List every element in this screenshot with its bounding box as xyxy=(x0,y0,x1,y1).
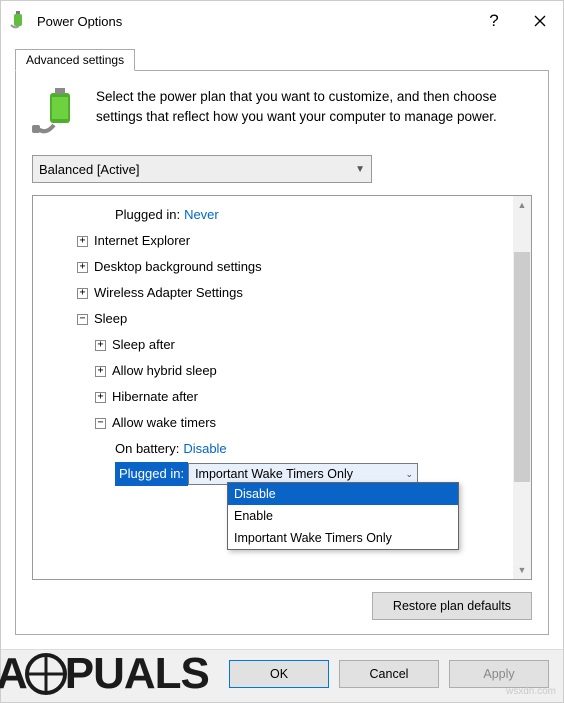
restore-row: Restore plan defaults xyxy=(32,592,532,620)
option-important-wake-timers[interactable]: Important Wake Timers Only xyxy=(228,527,458,549)
titlebar: Power Options ? xyxy=(1,1,563,41)
plugged-in-dropdown[interactable]: Disable Enable Important Wake Timers Onl… xyxy=(227,482,459,550)
tree-row-plugged-in-top[interactable]: Plugged in: Never xyxy=(37,202,513,228)
collapse-minus-icon[interactable]: − xyxy=(95,418,106,429)
tree-row-desktop-background[interactable]: + Desktop background settings xyxy=(37,254,513,280)
value-never[interactable]: Never xyxy=(184,202,219,228)
apply-button[interactable]: Apply xyxy=(449,660,549,688)
intro-row: Select the power plan that you want to c… xyxy=(32,87,532,137)
help-button[interactable]: ? xyxy=(471,1,517,41)
expand-plus-icon[interactable]: + xyxy=(95,340,106,351)
power-options-dialog: Power Options ? Advanced settings xyxy=(0,0,564,703)
intro-text: Select the power plan that you want to c… xyxy=(96,87,532,137)
scroll-thumb[interactable] xyxy=(514,252,530,482)
settings-tree: Plugged in: Never + Internet Explorer + … xyxy=(32,195,532,580)
scroll-up-button[interactable]: ▲ xyxy=(513,196,531,214)
tab-frame: Select the power plan that you want to c… xyxy=(15,70,549,635)
client-area: Advanced settings Select the power plan … xyxy=(1,41,563,649)
chevron-down-icon: ▼ xyxy=(355,164,365,175)
tree-row-on-battery[interactable]: On battery: Disable xyxy=(37,436,513,462)
tree-row-allow-wake-timers[interactable]: − Allow wake timers xyxy=(37,410,513,436)
expand-plus-icon[interactable]: + xyxy=(77,262,88,273)
collapse-minus-icon[interactable]: − xyxy=(77,314,88,325)
expand-plus-icon[interactable]: + xyxy=(77,288,88,299)
battery-plug-icon xyxy=(32,87,82,137)
close-button[interactable] xyxy=(517,1,563,41)
tree-row-allow-hybrid-sleep[interactable]: + Allow hybrid sleep xyxy=(37,358,513,384)
tree-row-sleep[interactable]: − Sleep xyxy=(37,306,513,332)
watermark: wsxdn.com xyxy=(506,686,556,697)
tree-row-sleep-after[interactable]: + Sleep after xyxy=(37,332,513,358)
power-options-icon xyxy=(9,11,29,31)
scroll-down-button[interactable]: ▼ xyxy=(513,561,531,579)
expand-plus-icon[interactable]: + xyxy=(95,366,106,377)
tab-advanced-settings[interactable]: Advanced settings xyxy=(15,49,135,71)
tree-row-internet-explorer[interactable]: + Internet Explorer xyxy=(37,228,513,254)
expand-plus-icon[interactable]: + xyxy=(77,236,88,247)
cancel-button[interactable]: Cancel xyxy=(339,660,439,688)
tree-row-wireless-adapter[interactable]: + Wireless Adapter Settings xyxy=(37,280,513,306)
tree-scrollbar[interactable]: ▲ ▼ xyxy=(513,196,531,579)
value-on-battery[interactable]: Disable xyxy=(183,436,226,462)
close-icon xyxy=(534,15,546,27)
window-title: Power Options xyxy=(37,14,471,29)
power-plan-value: Balanced [Active] xyxy=(39,162,139,177)
selected-label: Plugged in: xyxy=(115,462,188,486)
expand-plus-icon[interactable]: + xyxy=(95,392,106,403)
restore-defaults-button[interactable]: Restore plan defaults xyxy=(372,592,532,620)
option-disable[interactable]: Disable xyxy=(228,483,458,505)
tabstrip: Advanced settings xyxy=(15,47,549,71)
tree-row-hibernate-after[interactable]: + Hibernate after xyxy=(37,384,513,410)
ok-button[interactable]: OK xyxy=(229,660,329,688)
scroll-track[interactable] xyxy=(513,214,531,561)
dialog-buttons: OK Cancel Apply xyxy=(1,649,563,702)
power-plan-select[interactable]: Balanced [Active] ▼ xyxy=(32,155,372,183)
option-enable[interactable]: Enable xyxy=(228,505,458,527)
